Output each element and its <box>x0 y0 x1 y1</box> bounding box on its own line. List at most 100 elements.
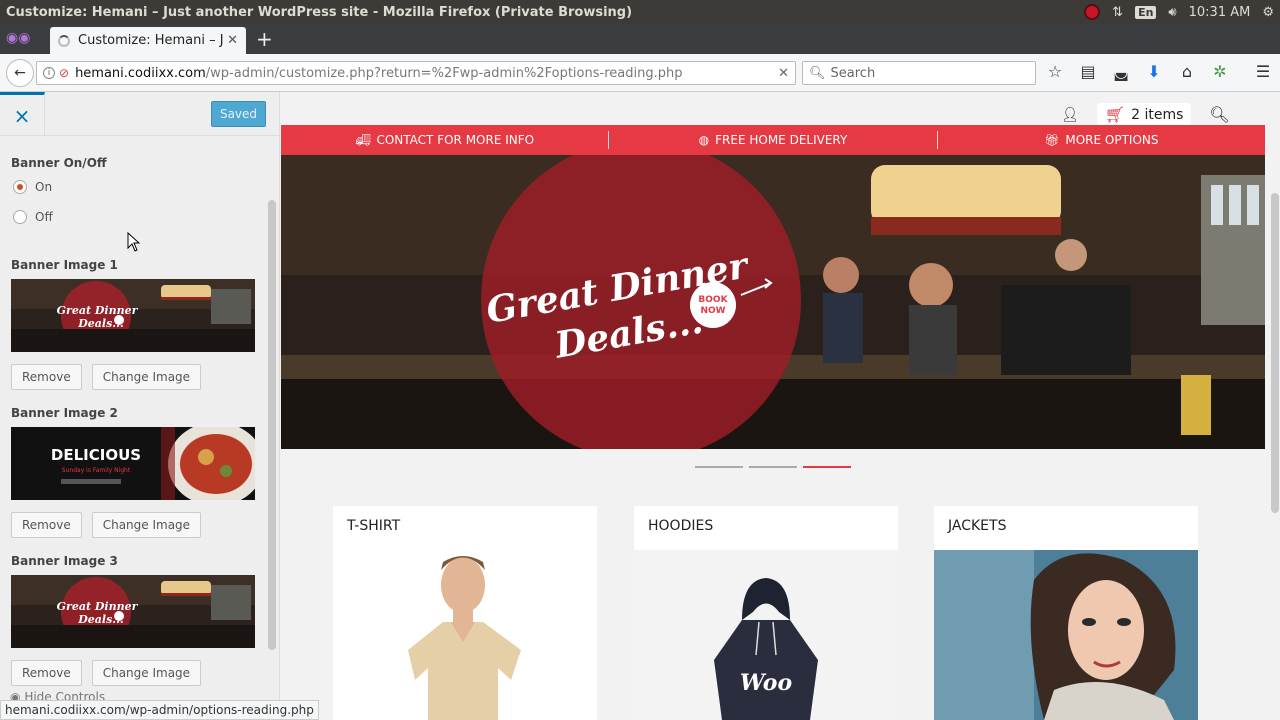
network-transfer-icon[interactable]: ⇅ <box>1112 5 1123 20</box>
clock[interactable]: 10:31 AM <box>1189 5 1251 20</box>
book-now-badge-1: BOOK <box>698 295 728 305</box>
category-card-hoodies[interactable]: HOODIES Woo <box>634 506 898 720</box>
banner-image-1-label: Banner Image 1 <box>11 258 118 272</box>
category-title-hoodies: HOODIES <box>648 518 714 534</box>
hero-slider[interactable]: Great Dinner Deals... BOOK NOW <box>281 155 1265 449</box>
hoodie-product-image: Woo <box>634 550 898 720</box>
url-text: hemani.codiixx.com/wp-admin/customize.ph… <box>75 66 778 81</box>
tab-close-icon[interactable]: ✕ <box>227 33 238 48</box>
book-now-badge-2: NOW <box>700 306 725 316</box>
new-tab-plus-icon[interactable]: + <box>256 27 273 51</box>
back-arrow-icon[interactable]: ← <box>6 58 34 87</box>
restaurant-banner-thumbnail: Great Dinner Deals... <box>11 279 255 352</box>
tab-title: Customize: Hemani – Ju <box>78 33 224 48</box>
banner-image-3-thumbnail[interactable]: Great Dinner Deals... <box>11 575 255 648</box>
truck-icon: 🚚︎ <box>355 133 371 147</box>
mouse-cursor-icon <box>127 232 141 252</box>
remove-banner-1-button[interactable]: Remove <box>11 364 82 390</box>
remove-banner-3-button[interactable]: Remove <box>11 660 82 686</box>
site-header-icons: 👤︎ 🛒︎ 2 items 🔍︎ <box>1061 103 1230 126</box>
tshirt-product-image <box>333 550 597 720</box>
reading-list-icon[interactable]: ▤ <box>1077 62 1099 81</box>
banner-toggle-title: Banner On/Off <box>11 156 107 170</box>
keyboard-language-indicator[interactable]: En <box>1135 5 1157 19</box>
banner-3-actions: Remove Change Image <box>11 660 255 686</box>
radio-on-icon[interactable] <box>13 180 27 194</box>
promo-divider <box>936 131 938 149</box>
site-preview: 👤︎ 🛒︎ 2 items 🔍︎ 🚚︎ CONTACT FOR MORE INF… <box>281 93 1280 720</box>
banner-image-1-thumbnail[interactable]: Great Dinner Deals... <box>11 279 255 352</box>
remove-banner-2-button[interactable]: Remove <box>11 512 82 538</box>
user-account-icon[interactable]: 👤︎ <box>1061 107 1079 123</box>
panel-scrollbar[interactable] <box>268 200 276 650</box>
restaurant-banner-thumbnail-3: Great Dinner Deals... <box>11 575 255 648</box>
jacket-product-image <box>934 550 1198 720</box>
url-bar[interactable]: i ⊘ hemani.codiixx.com/wp-admin/customiz… <box>36 61 796 85</box>
volume-icon[interactable]: 🔊︎ <box>1168 5 1176 20</box>
banner-image-3-label: Banner Image 3 <box>11 554 118 568</box>
change-banner-3-button[interactable]: Change Image <box>91 660 202 686</box>
record-indicator-icon[interactable] <box>1084 4 1101 20</box>
hoodie-print: Woo <box>740 670 792 696</box>
globe-icon: ◍ <box>698 133 710 147</box>
change-banner-1-button[interactable]: Change Image <box>91 364 202 390</box>
os-top-bar: Customize: Hemani – Just another WordPre… <box>0 0 1280 24</box>
tab-strip: ◉◉ Customize: Hemani – Ju ✕ + <box>0 24 1280 54</box>
promo-options[interactable]: 🎁︎ MORE OPTIONS <box>938 133 1265 147</box>
url-clear-icon[interactable]: ✕ <box>778 66 789 81</box>
extension-icon[interactable]: ✲ <box>1209 62 1231 81</box>
promo-options-label: MORE OPTIONS <box>1065 133 1159 147</box>
delicious-banner-thumbnail: DELICIOUS Sunday is Family Night <box>11 427 255 500</box>
category-card-tshirt[interactable]: T-SHIRT <box>333 506 597 720</box>
hero-banner-image: Great Dinner Deals... BOOK NOW <box>281 155 1265 449</box>
category-card-jackets[interactable]: JACKETS <box>934 506 1198 720</box>
gift-icon: 🎁︎ <box>1044 133 1060 147</box>
tab-customize[interactable]: Customize: Hemani – Ju ✕ <box>50 27 246 54</box>
radio-on-label: On <box>35 180 53 194</box>
thumb2-heading: DELICIOUS <box>51 446 141 464</box>
settings-gear-icon[interactable]: ⚙ <box>1262 5 1274 20</box>
radio-off[interactable]: Off <box>13 210 255 224</box>
preview-scrollbar[interactable] <box>1271 193 1279 513</box>
banner-image-2-thumbnail[interactable]: DELICIOUS Sunday is Family Night <box>11 427 255 500</box>
category-title-tshirt: T-SHIRT <box>347 518 401 534</box>
site-search-icon[interactable]: 🔍︎ <box>1209 105 1229 124</box>
promo-delivery[interactable]: ◍ FREE HOME DELIVERY <box>609 133 936 147</box>
status-bar: hemani.codiixx.com/wp-admin/options-read… <box>0 700 319 720</box>
insecure-lock-icon[interactable]: ⊘ <box>59 66 69 80</box>
banner-1-actions: Remove Change Image <box>11 364 255 390</box>
window-title: Customize: Hemani – Just another WordPre… <box>6 4 633 20</box>
site-info-icon[interactable]: i <box>43 67 55 79</box>
hamburger-menu-icon[interactable]: ☰ <box>1252 62 1274 81</box>
url-host: hemani.codiixx.com <box>75 65 206 81</box>
promo-delivery-label: FREE HOME DELIVERY <box>715 133 848 147</box>
pocket-icon[interactable]: ◛ <box>1110 62 1132 81</box>
bookmark-star-icon[interactable]: ☆ <box>1044 62 1066 81</box>
slider-dot-3[interactable] <box>803 466 851 468</box>
slider-dots <box>695 466 851 468</box>
home-icon[interactable]: ⌂ <box>1176 62 1198 81</box>
promo-contact[interactable]: 🚚︎ CONTACT FOR MORE INFO <box>281 133 608 147</box>
radio-on[interactable]: On <box>13 180 255 194</box>
cart-icon: 🛒︎ <box>1104 105 1126 124</box>
radio-off-icon[interactable] <box>13 210 27 224</box>
banner-2-actions: Remove Change Image <box>11 512 255 538</box>
slider-dot-2[interactable] <box>749 466 797 468</box>
search-placeholder: Search <box>830 65 876 81</box>
cart-button[interactable]: 🛒︎ 2 items <box>1096 103 1192 126</box>
close-customizer-icon[interactable]: × <box>0 92 45 136</box>
slider-dot-1[interactable] <box>695 466 743 468</box>
change-banner-2-button[interactable]: Change Image <box>91 512 202 538</box>
loading-spinner-icon <box>58 34 70 47</box>
browser-toolbar: ☆ ▤ ◛ ⬇ ⌂ ✲ ☰ <box>1044 62 1274 81</box>
search-bar[interactable]: 🔍︎ Search <box>802 61 1036 85</box>
system-tray: ⇅ En 🔊︎ 10:31 AM ⚙ <box>1084 4 1280 20</box>
thumb1-line1: Great Dinner <box>57 304 139 317</box>
cart-count: 2 items <box>1131 106 1184 123</box>
download-arrow-icon[interactable]: ⬇ <box>1143 62 1165 81</box>
private-browsing-mask-icon: ◉◉ <box>6 30 31 46</box>
banner-image-2-label: Banner Image 2 <box>11 406 118 420</box>
url-path: /wp-admin/customize.php?return=%2Fwp-adm… <box>205 65 683 81</box>
saved-button[interactable]: Saved <box>211 101 266 127</box>
customizer-panel: × Saved Banner On/Off On Off Banner Imag… <box>0 92 280 720</box>
